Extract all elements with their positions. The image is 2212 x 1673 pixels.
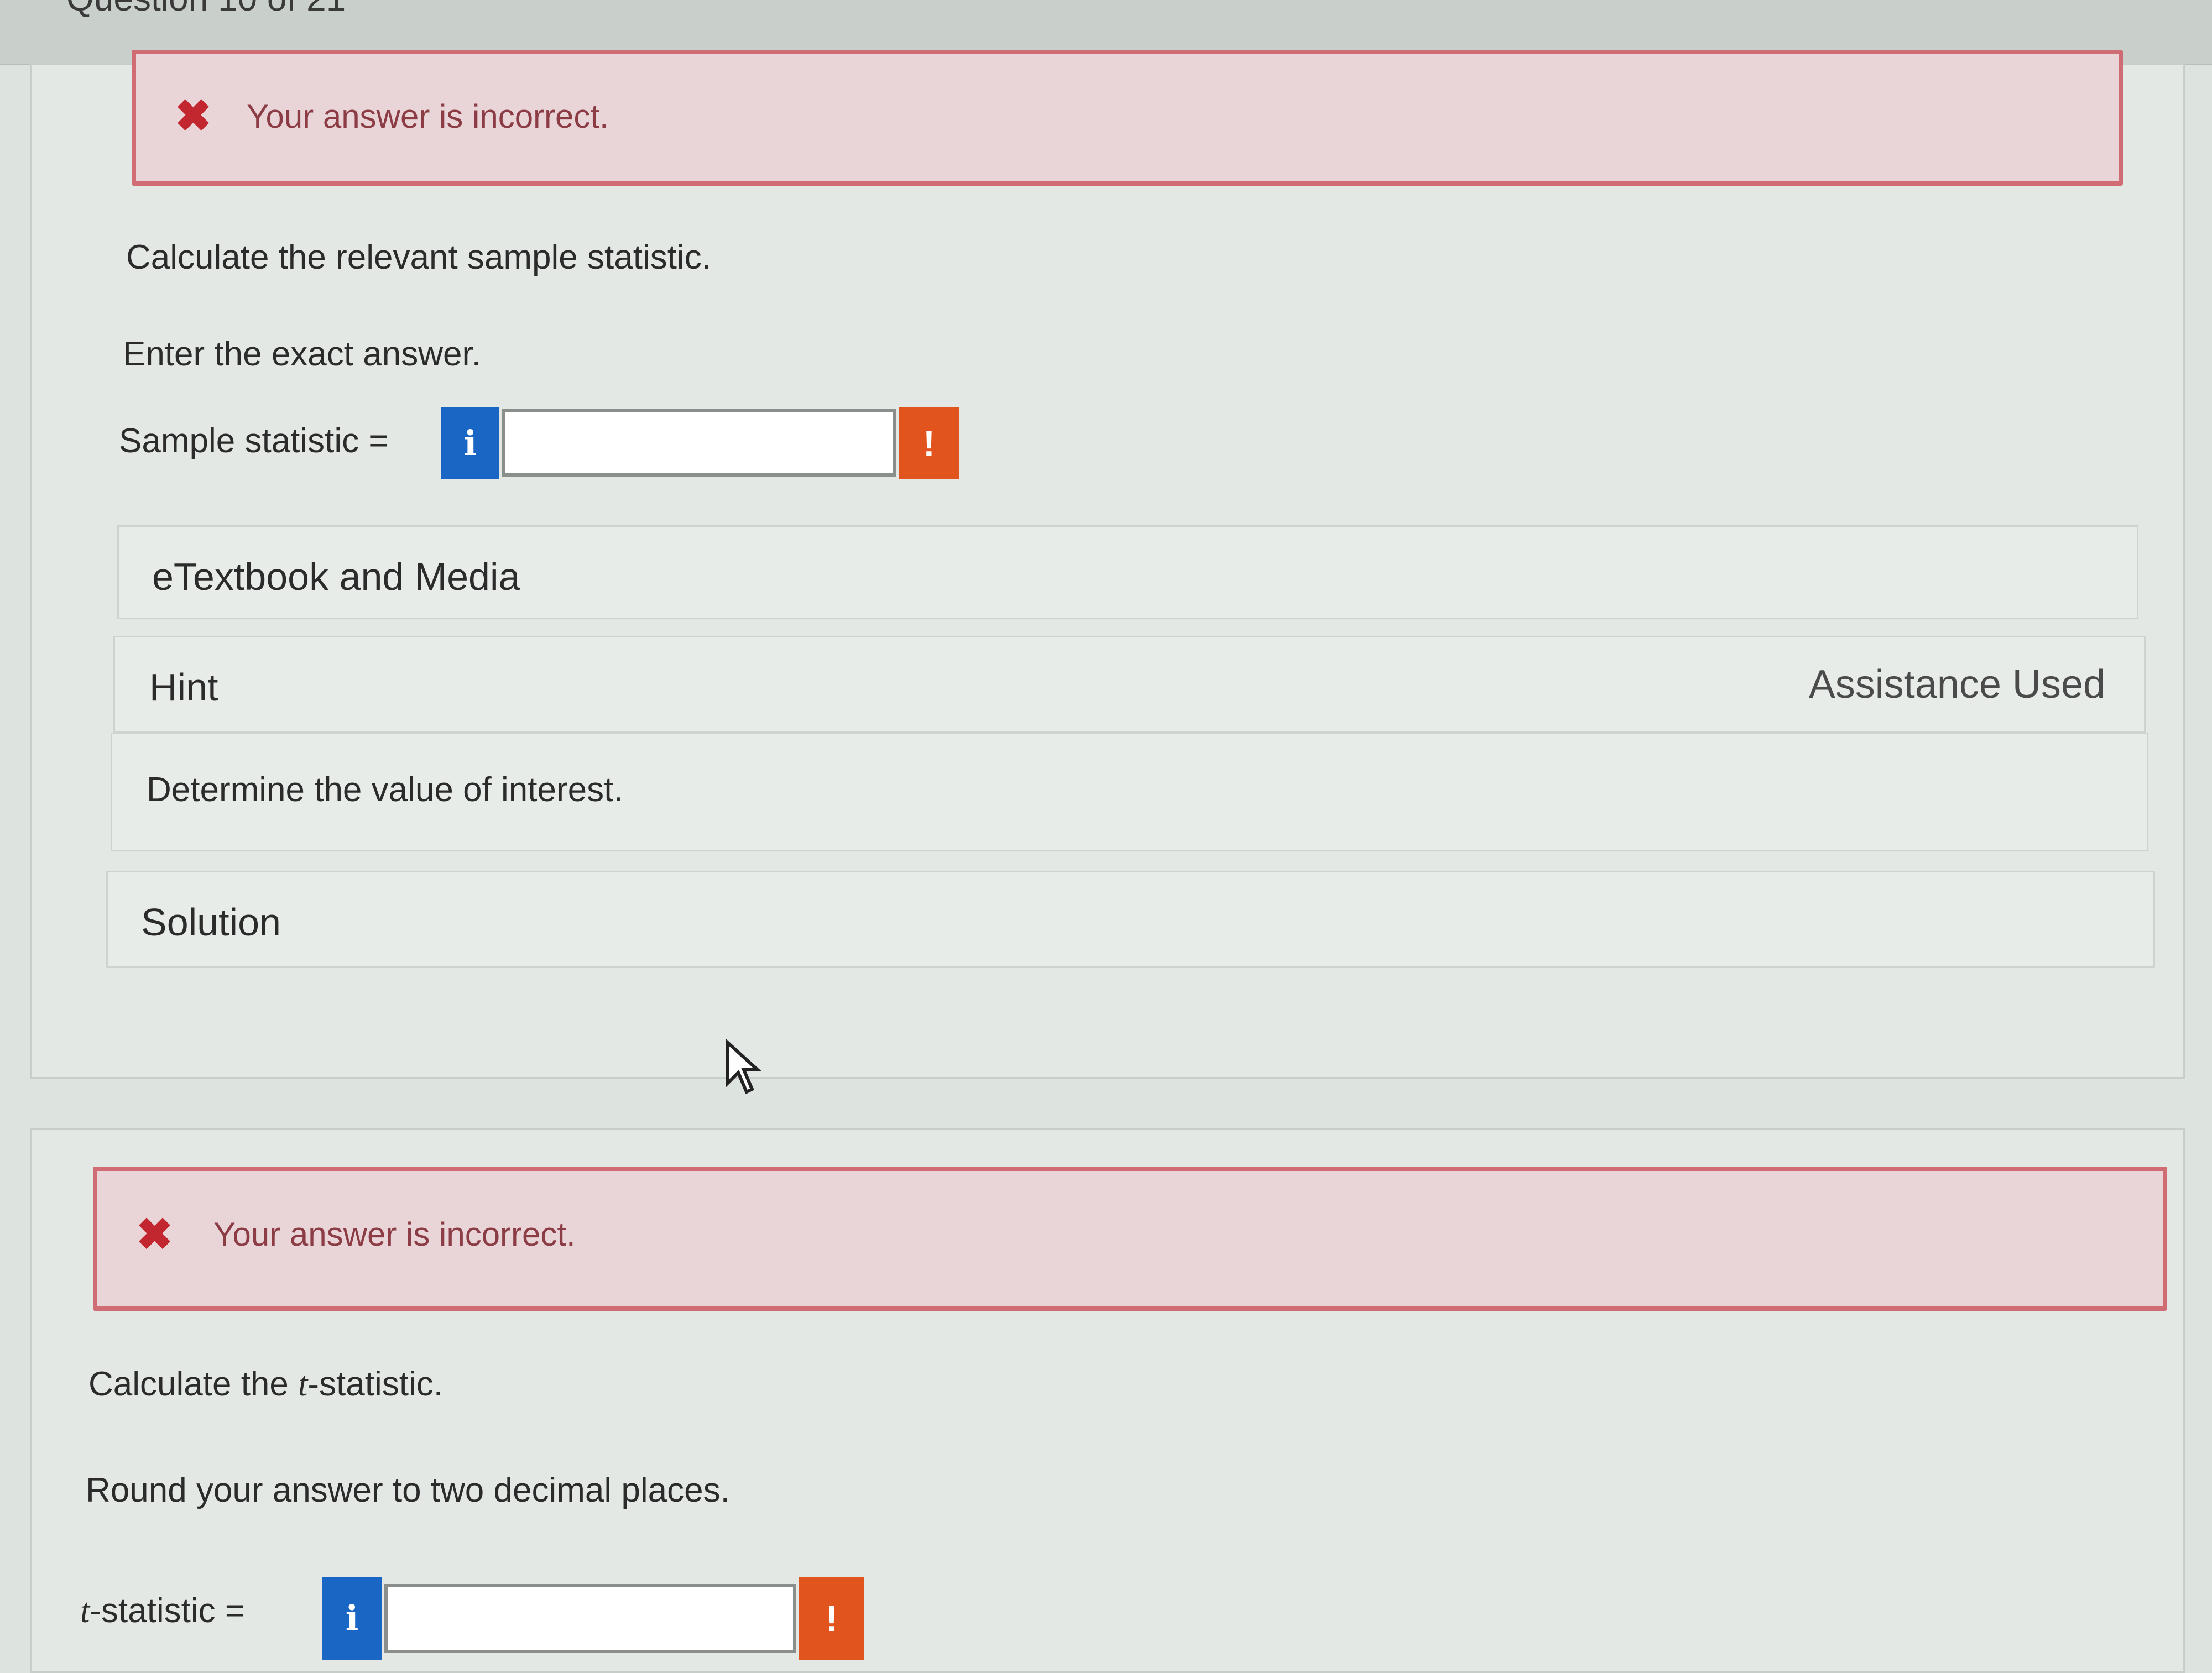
subinstruction-text-2: Round your answer to two decimal places.	[86, 1471, 730, 1509]
info-icon: i	[463, 423, 477, 463]
warning-icon: !	[826, 1598, 838, 1639]
alert-message: Your answer is incorrect.	[213, 1216, 576, 1253]
solution-label: Solution	[141, 901, 281, 944]
instruction-text-2: Calculate the t-statistic.	[88, 1365, 443, 1403]
solution-accordion[interactable]: Solution	[106, 871, 2155, 968]
incorrect-alert-2: ✖ Your answer is incorrect.	[93, 1167, 2167, 1311]
t-statistic-label: t-statistic =	[80, 1592, 246, 1630]
etextbook-label: eTextbook and Media	[152, 555, 520, 598]
mouse-cursor-icon	[726, 1039, 762, 1095]
question-title: Question 10 of 21	[66, 0, 346, 19]
etextbook-accordion[interactable]: eTextbook and Media	[117, 525, 2138, 619]
sample-statistic-label: Sample statistic =	[119, 422, 389, 460]
instruction-text: Calculate the relevant sample statistic.	[126, 238, 711, 276]
close-icon: ✖	[136, 1210, 174, 1259]
warning-icon: !	[923, 423, 935, 464]
info-button[interactable]: i	[441, 407, 499, 479]
warning-button[interactable]: !	[899, 407, 959, 479]
close-icon: ✖	[175, 91, 212, 140]
hint-label: Hint	[149, 666, 218, 709]
hint-text: Determine the value of interest.	[147, 771, 623, 809]
t-statistic-input[interactable]	[384, 1584, 796, 1653]
info-button[interactable]: i	[322, 1577, 382, 1660]
info-icon: i	[345, 1598, 359, 1638]
assistance-used-label: Assistance Used	[1808, 662, 2105, 707]
hint-content: Determine the value of interest.	[111, 733, 2148, 851]
warning-button[interactable]: !	[799, 1577, 864, 1660]
incorrect-alert-1: ✖ Your answer is incorrect.	[132, 50, 2123, 186]
sample-statistic-input[interactable]	[502, 409, 896, 477]
hint-accordion[interactable]: Hint Assistance Used	[113, 636, 2146, 733]
alert-message: Your answer is incorrect.	[247, 98, 609, 135]
subinstruction-text: Enter the exact answer.	[123, 335, 481, 373]
